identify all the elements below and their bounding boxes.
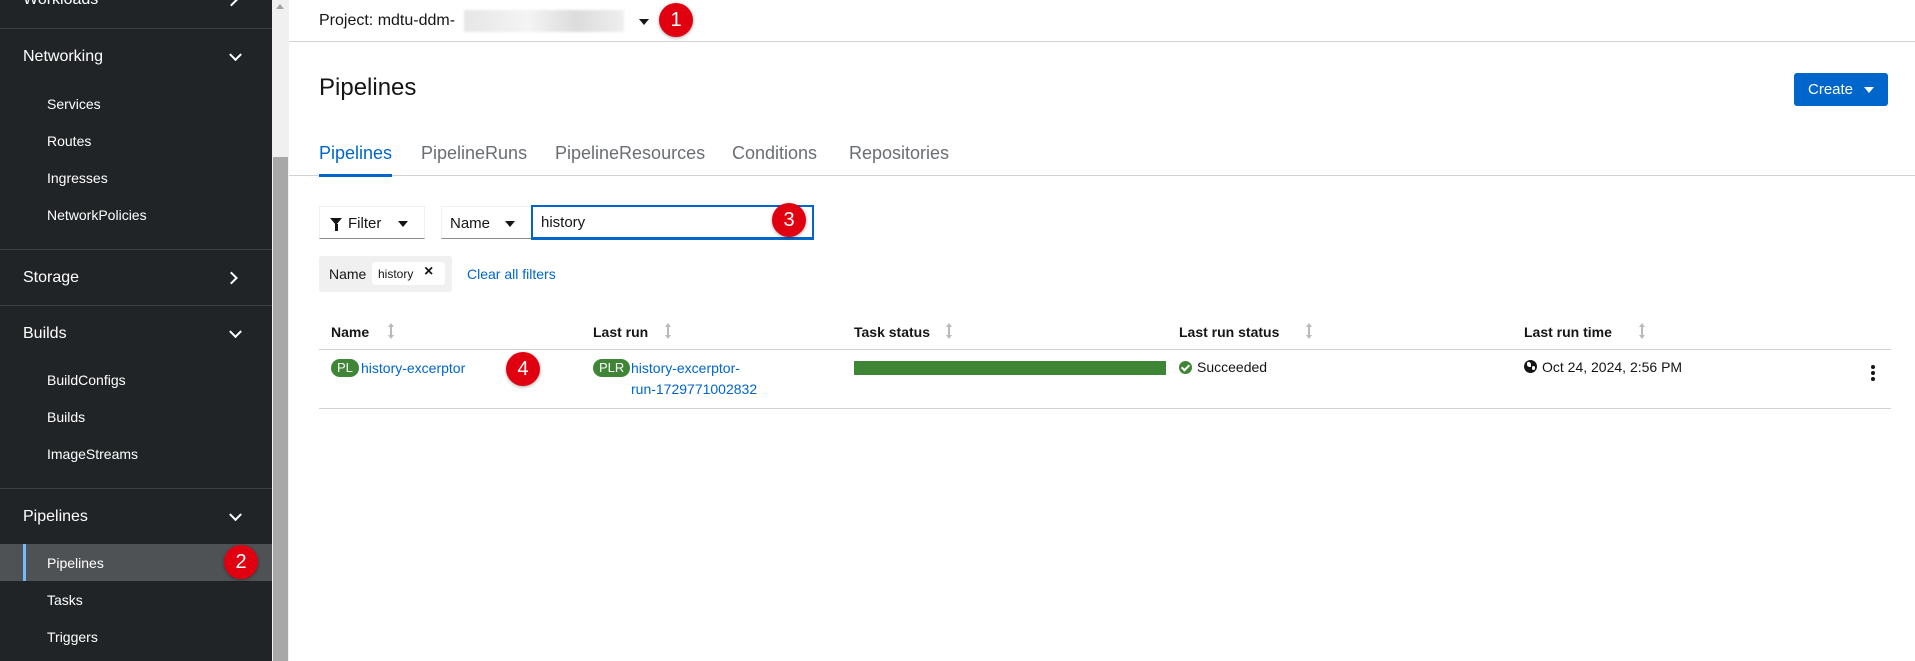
tab-repositories[interactable]: Repositories xyxy=(849,143,949,176)
last-run-time-text: Oct 24, 2024, 2:56 PM xyxy=(1542,359,1683,375)
annotation-badge-3: 3 xyxy=(772,203,806,237)
project-bar: Project: mdtu-ddm- 1 xyxy=(289,0,1915,42)
column-header-last-run-time[interactable]: Last run time xyxy=(1524,324,1612,340)
tab-pipelineruns[interactable]: PipelineRuns xyxy=(421,143,527,176)
pipeline-name-link[interactable]: history-excerptor xyxy=(361,358,465,378)
globe-icon xyxy=(1524,360,1537,373)
filter-chip-group: Name history × xyxy=(319,256,452,292)
check-circle-icon xyxy=(1179,361,1192,374)
caret-down-icon xyxy=(505,221,515,227)
tab-pipelines[interactable]: Pipelines xyxy=(319,143,393,177)
clear-all-filters-link[interactable]: Clear all filters xyxy=(467,266,556,282)
last-run-status-text: Succeeded xyxy=(1197,359,1268,375)
sidebar-item-label: Services xyxy=(47,95,101,112)
table-row-divider xyxy=(319,408,1891,409)
caret-down-icon[interactable] xyxy=(1864,87,1874,93)
column-header-task-status: Task status xyxy=(854,324,930,340)
annotation-badge-1: 1 xyxy=(659,3,693,37)
chevron-down-icon xyxy=(229,324,242,338)
tab-conditions[interactable]: Conditions xyxy=(732,143,817,176)
column-header-name[interactable]: Name xyxy=(331,324,369,340)
chevron-right-icon xyxy=(225,271,238,284)
sidebar-item-label: BuildConfigs xyxy=(47,371,126,388)
sidebar-item-imagestreams[interactable]: ImageStreams xyxy=(0,435,272,472)
create-button[interactable]: Create xyxy=(1794,73,1888,106)
filter-icon xyxy=(330,218,342,231)
sidebar-section-label: Storage xyxy=(23,268,80,286)
sidebar-item-label: Routes xyxy=(47,132,92,149)
filter-label: Filter xyxy=(348,215,382,232)
sidebar-section-workloads[interactable]: Workloads xyxy=(0,0,272,27)
filter-attribute-select[interactable]: Name xyxy=(441,206,531,239)
sidebar-item-routes[interactable]: Routes xyxy=(0,122,272,159)
sidebar-item-networkpolicies[interactable]: NetworkPolicies xyxy=(0,196,272,233)
sidebar-section-label: Networking xyxy=(23,47,104,65)
sidebar-section-networking[interactable]: Networking xyxy=(0,29,272,84)
sidebar-item-label: ImageStreams xyxy=(47,445,139,462)
sidebar-section-label: Pipelines xyxy=(23,507,88,525)
last-run-link[interactable]: history-excerptor- xyxy=(631,358,740,378)
chevron-down-icon xyxy=(229,47,242,61)
filter-dropdown[interactable]: Filter xyxy=(319,206,425,239)
project-selector-label[interactable]: Project: mdtu-ddm- xyxy=(319,12,455,30)
tab-pipelineresources[interactable]: PipelineResources xyxy=(555,143,705,176)
table-header-divider xyxy=(319,349,1891,350)
chevron-right-icon xyxy=(225,0,238,6)
sidebar-item-tasks[interactable]: Tasks xyxy=(0,581,272,618)
page-title: Pipelines xyxy=(319,74,417,101)
sidebar-item-label: NetworkPolicies xyxy=(47,206,147,223)
sort-icon[interactable] xyxy=(1638,323,1646,339)
sort-icon[interactable] xyxy=(664,323,672,339)
sidebar-item-label: Builds xyxy=(47,408,86,425)
sidebar-section-builds[interactable]: Builds xyxy=(0,306,272,361)
sidebar-scrollbar-thumb[interactable] xyxy=(273,157,288,661)
last-run-link-line1: history-excerptor- xyxy=(631,360,740,376)
filter-attribute-label: Name xyxy=(450,215,491,232)
sort-icon[interactable] xyxy=(1305,323,1313,339)
sidebar-section-label: Builds xyxy=(23,324,67,342)
sidebar-section-label: Workloads xyxy=(23,0,98,9)
chip-category-label: Name xyxy=(329,266,367,282)
pipeline-resource-badge: PL xyxy=(331,359,359,377)
pipelines-tabs: Pipelines PipelineRuns PipelineResources… xyxy=(289,133,1915,177)
kebab-menu-icon[interactable] xyxy=(1871,365,1875,381)
last-run-link-line2: run-1729771002832 xyxy=(631,381,758,397)
sidebar-section-pipelines[interactable]: Pipelines xyxy=(0,489,272,544)
sort-icon[interactable] xyxy=(387,323,395,339)
caret-down-icon xyxy=(398,221,408,227)
sidebar-item-ingresses[interactable]: Ingresses xyxy=(0,159,272,196)
sidebar-item-services[interactable]: Services xyxy=(0,85,272,122)
column-header-last-run-status[interactable]: Last run status xyxy=(1179,324,1279,340)
sidebar-item-label: Triggers xyxy=(47,628,98,645)
filter-chip: history × xyxy=(372,262,445,285)
chip-value: history xyxy=(378,267,414,281)
project-dropdown-caret-icon[interactable] xyxy=(639,19,649,25)
sidebar-item-label: Tasks xyxy=(47,591,83,608)
main-content: Project: mdtu-ddm- 1 Pipelines Create Pi… xyxy=(289,0,1915,661)
sort-icon[interactable] xyxy=(945,323,953,339)
scroll-up-arrow-icon[interactable] xyxy=(276,4,284,9)
sidebar-section-storage[interactable]: Storage xyxy=(0,250,272,305)
annotation-badge-2: 2 xyxy=(224,545,258,579)
close-icon[interactable]: × xyxy=(424,263,433,281)
sidebar-item-builds[interactable]: Builds xyxy=(0,398,272,435)
column-header-last-run[interactable]: Last run xyxy=(593,324,648,340)
sidebar-item-buildconfigs[interactable]: BuildConfigs xyxy=(0,361,272,398)
task-status-bar xyxy=(854,361,1166,375)
chevron-down-icon xyxy=(229,507,242,521)
sidebar-item-label: Ingresses xyxy=(47,169,108,186)
create-button-label: Create xyxy=(1808,81,1854,98)
last-run-link-continued[interactable]: run-1729771002832 xyxy=(631,379,757,399)
project-name-redacted xyxy=(464,10,624,32)
annotation-badge-4: 4 xyxy=(506,352,540,386)
pipelinerun-resource-badge: PLR xyxy=(593,359,631,377)
sidebar-item-triggers[interactable]: Triggers xyxy=(0,618,272,655)
sidebar-item-label: Pipelines xyxy=(47,554,104,571)
